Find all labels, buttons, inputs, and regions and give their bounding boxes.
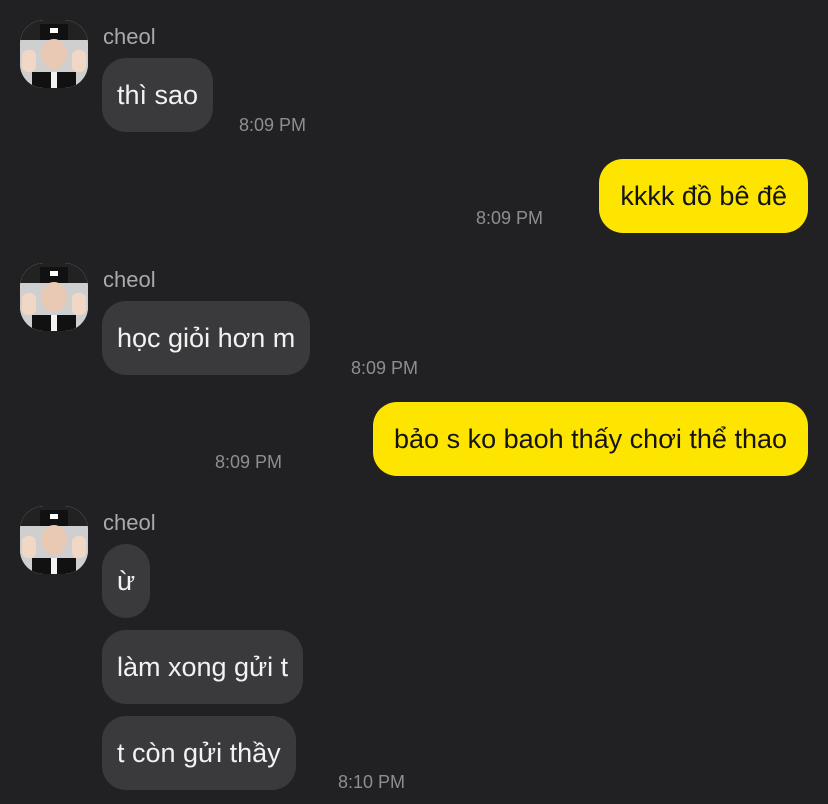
message-timestamp: 8:09 PM bbox=[215, 452, 283, 472]
sender-name: cheol bbox=[103, 510, 156, 535]
outgoing-message-bubble[interactable]: bảo s ko baoh thấy chơi thể thao bbox=[373, 402, 808, 476]
outgoing-message-bubble[interactable]: kkkk đồ bê đê bbox=[599, 159, 808, 233]
avatar-photo-icon bbox=[20, 506, 88, 574]
avatar-photo-icon bbox=[20, 263, 88, 331]
message-timestamp: 8:09 PM bbox=[351, 358, 419, 378]
incoming-message-bubble[interactable]: thì sao bbox=[102, 58, 214, 132]
message-timestamp: 8:09 PM bbox=[239, 115, 307, 135]
message-timestamp: 8:10 PM bbox=[338, 772, 406, 792]
sender-name: cheol bbox=[103, 24, 156, 49]
avatar[interactable] bbox=[20, 263, 88, 331]
incoming-message-bubble[interactable]: học giỏi hơn m bbox=[102, 301, 311, 375]
avatar-photo-icon bbox=[20, 20, 88, 88]
incoming-message-bubble[interactable]: t còn gửi thầy bbox=[102, 716, 296, 790]
avatar[interactable] bbox=[20, 20, 88, 88]
message-timestamp: 8:09 PM bbox=[476, 208, 544, 228]
avatar[interactable] bbox=[20, 506, 88, 574]
sender-name: cheol bbox=[103, 267, 156, 292]
incoming-message-bubble[interactable]: làm xong gửi t bbox=[102, 630, 304, 704]
incoming-message-bubble[interactable]: ừ bbox=[102, 544, 151, 618]
